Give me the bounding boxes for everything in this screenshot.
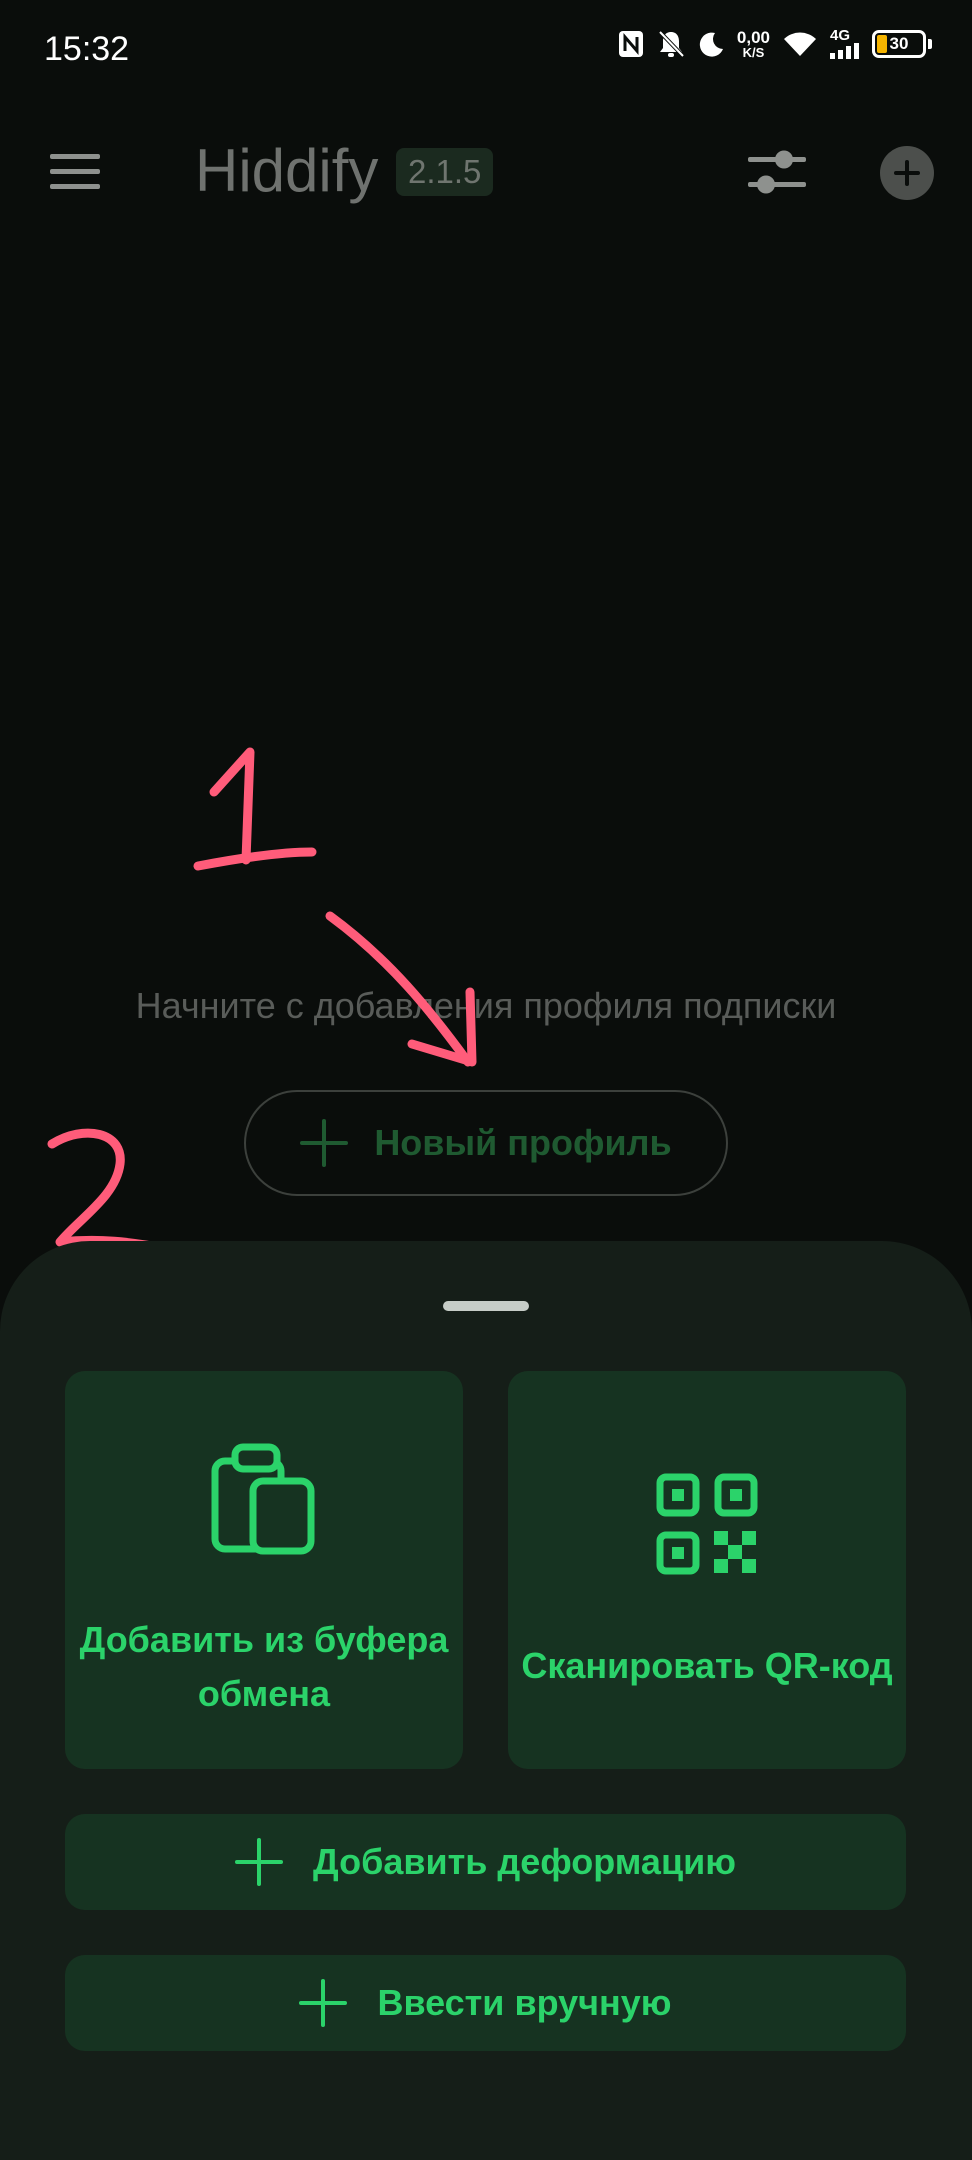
qr-code-icon — [656, 1473, 758, 1575]
plus-icon — [299, 1979, 348, 2027]
scan-qr-label: Сканировать QR-код — [521, 1645, 893, 1686]
enter-manually-button[interactable]: Ввести вручную — [65, 1955, 906, 2051]
status-icons: 0,00 K/S 4G 30 — [617, 28, 932, 59]
add-warp-button[interactable]: Добавить деформацию — [65, 1814, 906, 1910]
add-profile-sheet: Добавить из буфера обмена Сканировать QR… — [0, 1241, 972, 2160]
status-bar: 15:32 0,00 K/S 4G 30 — [0, 0, 972, 100]
enter-manually-label: Ввести вручную — [377, 1982, 672, 2023]
add-warp-label: Добавить деформацию — [313, 1841, 736, 1882]
wifi-icon — [782, 30, 818, 58]
tune-button[interactable] — [748, 148, 806, 200]
net-speed-value: 0,00 — [736, 27, 770, 47]
battery-fill — [877, 34, 887, 53]
status-time: 15:32 — [44, 30, 130, 68]
plus-icon — [300, 1119, 349, 1167]
battery-level: 30 — [889, 33, 909, 53]
battery-tip — [928, 38, 932, 49]
plus-icon — [894, 160, 920, 186]
moon-icon — [697, 29, 725, 59]
net-speed-unit: K/S — [742, 44, 765, 60]
net-speed: 0,00 K/S — [737, 29, 770, 59]
sheet-drag-handle[interactable] — [443, 1301, 529, 1311]
app-bar: Hiddify 2.1.5 — [0, 120, 972, 224]
add-from-clipboard-label: Добавить из буфера обмена — [79, 1619, 449, 1714]
scan-qr-button[interactable]: Сканировать QR-код — [508, 1371, 906, 1769]
app-title: Hiddify — [195, 137, 379, 204]
bell-off-icon — [657, 29, 685, 59]
tune-icon — [748, 150, 806, 194]
version-badge: 2.1.5 — [396, 148, 494, 196]
plus-icon — [235, 1838, 284, 1886]
empty-state-hint: Начните с добавления профиля подписки — [135, 985, 837, 1026]
signal-icon — [830, 43, 860, 59]
annotation-marker-2 — [47, 1128, 169, 1253]
menu-icon — [50, 154, 100, 189]
new-profile-button[interactable]: Новый профиль — [244, 1090, 728, 1196]
screen: 15:32 0,00 K/S 4G 30 Hiddify 2.1.5 Начни… — [0, 0, 972, 2160]
add-profile-button[interactable] — [880, 146, 934, 200]
new-profile-label: Новый профиль — [374, 1122, 672, 1163]
add-from-clipboard-button[interactable]: Добавить из буфера обмена — [65, 1371, 463, 1769]
nfc-icon — [617, 29, 645, 59]
battery-icon: 30 — [872, 29, 926, 58]
mobile-signal: 4G — [830, 28, 860, 59]
network-type: 4G — [830, 27, 851, 44]
clipboard-icon — [211, 1443, 315, 1555]
annotation-marker-1 — [193, 747, 317, 871]
menu-button[interactable] — [50, 152, 100, 196]
